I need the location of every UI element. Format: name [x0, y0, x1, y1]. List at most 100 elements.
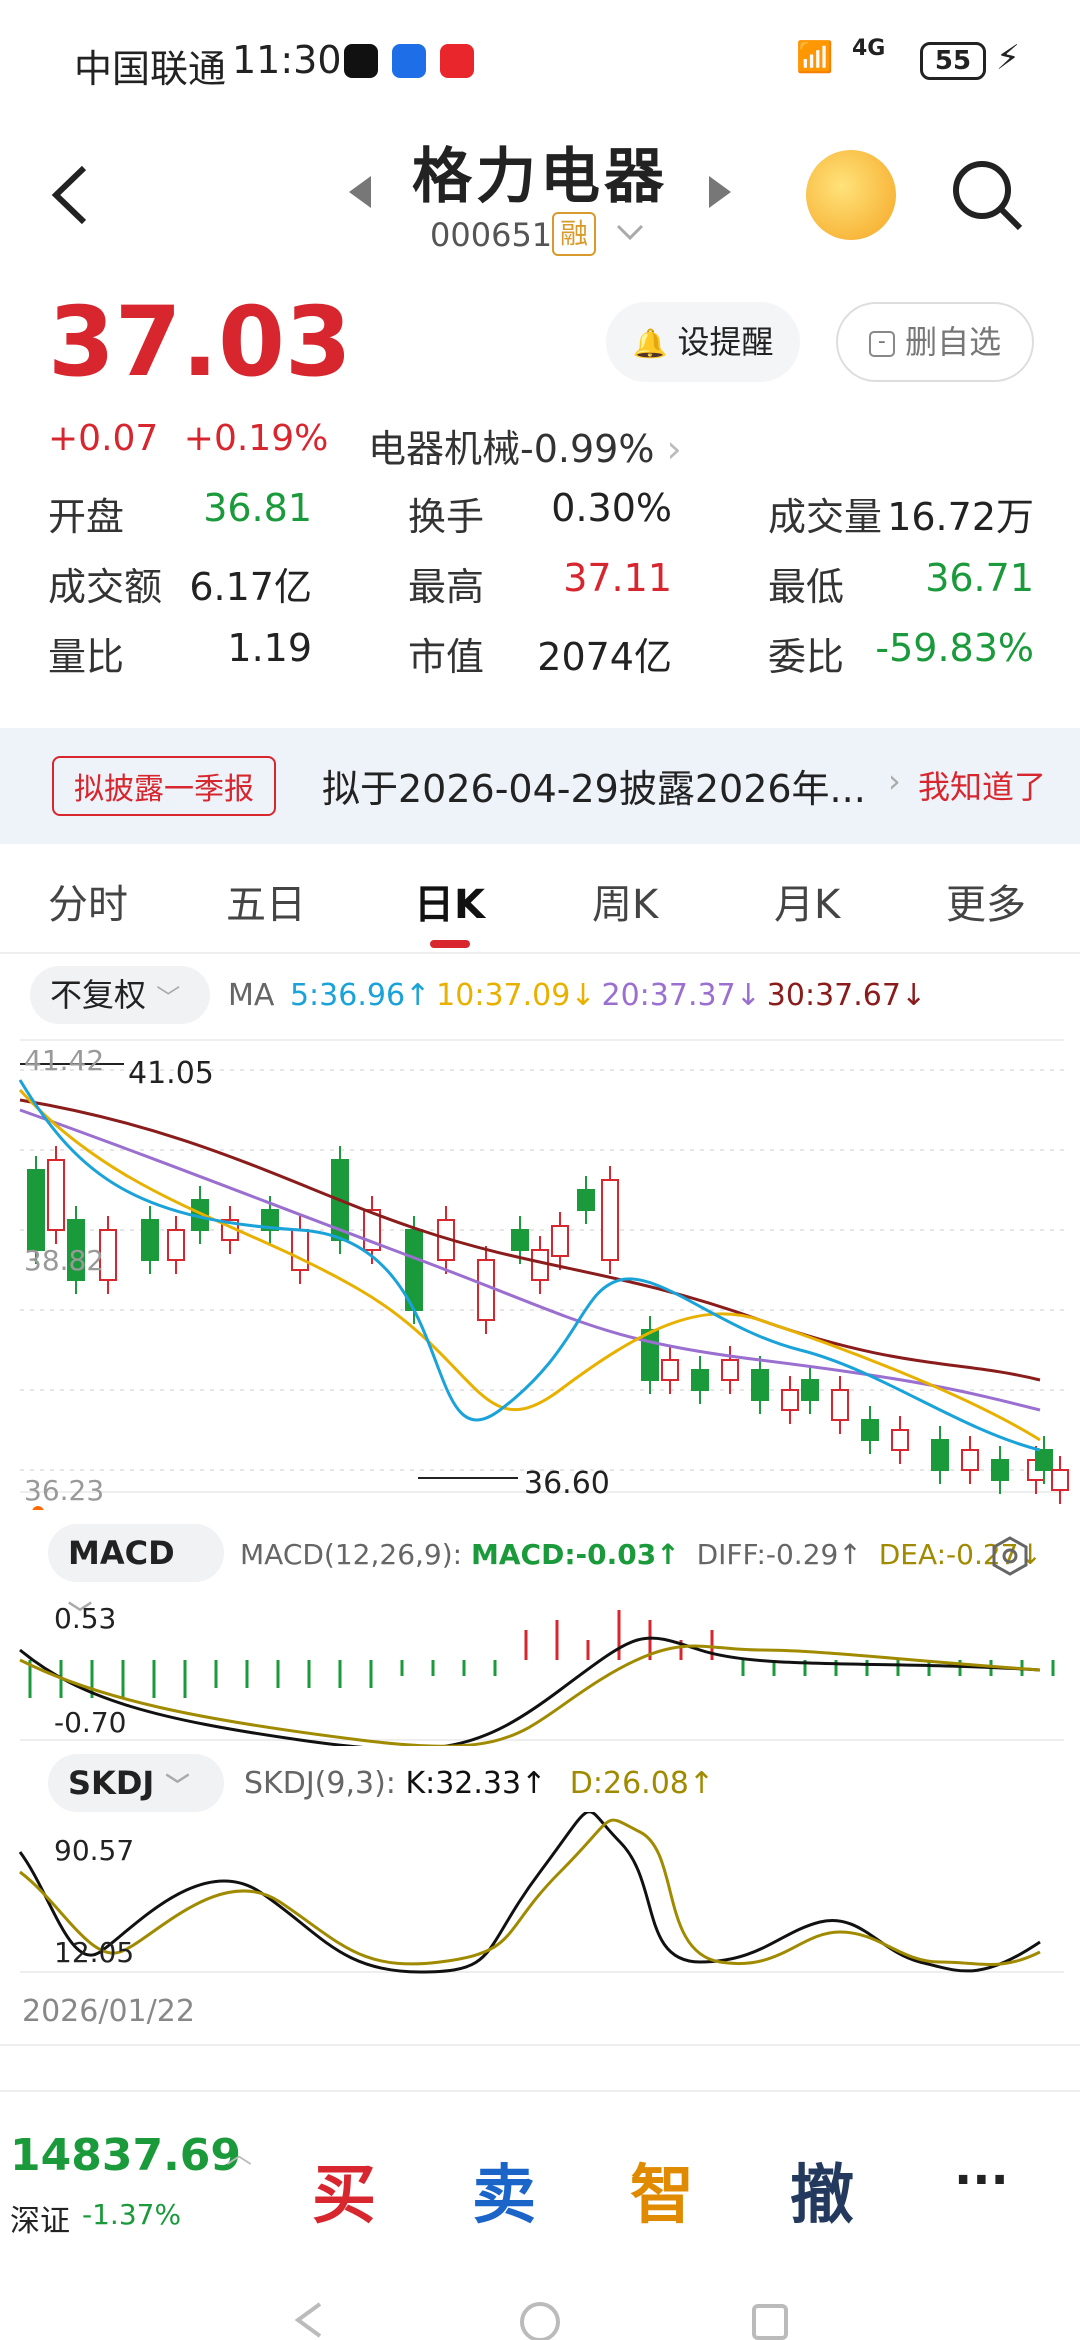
- candle-body: [991, 1459, 1009, 1481]
- ma-arrow: ↓: [570, 978, 596, 1013]
- app-icon: [392, 44, 426, 78]
- remove-watchlist-label: 删自选: [905, 323, 1002, 361]
- macd-selector[interactable]: MACD ﹀: [48, 1524, 224, 1628]
- indicator-settings-button[interactable]: [990, 1536, 1030, 1580]
- tab-3[interactable]: 周K: [592, 872, 658, 930]
- search-button[interactable]: [950, 158, 1024, 236]
- tab-4[interactable]: 月K: [774, 872, 840, 930]
- candle-body: [141, 1219, 159, 1261]
- kdj-chip-label: SKDJ: [68, 1764, 155, 1802]
- quote-value: 36.71: [925, 556, 1034, 600]
- candle-body: [861, 1419, 879, 1441]
- candle-body: [477, 1259, 495, 1321]
- candle-body: [721, 1359, 739, 1381]
- chevron-up-icon: ︿: [226, 2140, 253, 2170]
- candle-body: [781, 1389, 799, 1411]
- active-tab-indicator: [430, 940, 470, 948]
- candle-body: [27, 1169, 45, 1251]
- kdj-chart[interactable]: [0, 1812, 1080, 1982]
- nav-back-icon: [294, 2302, 322, 2338]
- macd-params: MACD(12,26,9):: [240, 1538, 463, 1571]
- candle-body: [531, 1249, 549, 1281]
- stock-dropdown[interactable]: [614, 218, 646, 250]
- tab-5[interactable]: 更多: [946, 872, 1026, 930]
- kdj-axis-top: 90.57: [54, 1834, 135, 1867]
- sector-link[interactable]: 电器机械-0.99% ›: [368, 418, 682, 473]
- quote-value: 0.30%: [551, 486, 672, 530]
- quote-label: 委比: [768, 635, 845, 679]
- index-value[interactable]: 14837.69: [10, 2130, 241, 2181]
- quote-label: 最低: [768, 565, 845, 609]
- more-button[interactable]: ···: [954, 2152, 1009, 2208]
- sell-button[interactable]: 卖: [472, 2144, 536, 2236]
- chart-start-date: 2026/01/22: [22, 1994, 195, 2029]
- quote-value: 16.72万: [887, 495, 1034, 539]
- sector-change: -0.99%: [520, 427, 655, 471]
- ma-arrow: ↑: [405, 978, 431, 1013]
- quote-label: 换手: [408, 495, 485, 539]
- quote-value: -59.83%: [875, 626, 1034, 670]
- diff-value: DIFF:-0.29↑: [696, 1538, 862, 1571]
- high-marker-label: 41.05: [128, 1056, 214, 1091]
- ma-line: [18, 1088, 1041, 1442]
- macd-axis-top: 0.53: [54, 1602, 117, 1635]
- quote-value: 6.17亿: [189, 565, 312, 609]
- current-price: 37.03: [48, 286, 352, 398]
- set-alert-button[interactable]: 🔔 设提醒: [606, 302, 800, 382]
- quote-label: 成交额: [48, 565, 163, 609]
- nav-home-button[interactable]: [518, 2300, 562, 2340]
- settings-hexagon-icon: [992, 1536, 1028, 1576]
- dea-line: [19, 1644, 1041, 1746]
- quote-label: 市值: [408, 635, 485, 679]
- chevron-down-icon: ﹀: [165, 1772, 190, 1800]
- macd-axis-bottom: -0.70: [54, 1706, 127, 1739]
- candle-body: [1035, 1449, 1053, 1471]
- nav-back-button[interactable]: [290, 2300, 330, 2340]
- notification-icon: [440, 44, 474, 78]
- smart-button[interactable]: 智: [630, 2144, 694, 2236]
- price-change-pct: +0.19%: [183, 418, 329, 459]
- clock: 11:30: [232, 38, 342, 82]
- tab-1[interactable]: 五日: [226, 872, 306, 930]
- k-value: K:32.33↑: [405, 1766, 547, 1801]
- kdj-axis-bottom: 12.05: [54, 1936, 135, 1969]
- sector-name: 电器机械: [368, 427, 521, 471]
- notice-banner[interactable]: 拟披露一季报 拟于2026-04-29披露2026年... › 我知道了: [0, 728, 1080, 844]
- macd-chart[interactable]: [0, 1590, 1080, 1746]
- quote-label: 成交量: [768, 495, 883, 539]
- ma-label: MA: [228, 978, 275, 1013]
- mascot-icon[interactable]: [806, 150, 896, 240]
- buy-button[interactable]: 买: [312, 2144, 376, 2236]
- charging-icon: ⚡: [996, 38, 1020, 78]
- bell-icon: 🔔: [632, 327, 668, 360]
- notice-badge: 拟披露一季报: [52, 756, 276, 816]
- remove-watchlist-button[interactable]: - 删自选: [836, 302, 1034, 382]
- nav-recents-button[interactable]: [748, 2300, 792, 2340]
- ma-arrow: ↓: [735, 978, 761, 1013]
- minus-box-icon: -: [868, 331, 895, 357]
- dismiss-notice-button[interactable]: 我知道了: [918, 762, 1046, 808]
- kline-chart[interactable]: [0, 1030, 1080, 1510]
- diff-line: [19, 1636, 1041, 1746]
- tab-2[interactable]: 日K: [414, 872, 485, 930]
- adjust-selector[interactable]: 不复权 ﹀: [30, 966, 210, 1024]
- low-marker-label: 36.60: [524, 1466, 610, 1501]
- candle-body: [511, 1229, 529, 1251]
- stock-name: 格力电器: [412, 142, 668, 212]
- quote-value: 2074亿: [537, 635, 672, 679]
- macd-value: MACD:-0.03↑: [471, 1538, 680, 1571]
- candle-body: [891, 1429, 909, 1451]
- ma-legend: MA 5:36.96↑ 10:37.09↓ 20:37.37↓ 30:37.67↓: [228, 978, 926, 1013]
- candle-body: [691, 1369, 709, 1391]
- trade-bar: 14837.69 ︿ 深证 -1.37% 买 卖 智 撤 ···: [0, 2090, 1080, 2250]
- candle-body: [931, 1439, 949, 1471]
- stock-code: 000651: [430, 216, 553, 254]
- cancel-order-button[interactable]: 撤: [790, 2144, 854, 2236]
- battery-icon: 55: [920, 42, 986, 80]
- tab-0[interactable]: 分时: [48, 872, 128, 930]
- ma-value: 10:37.09: [436, 978, 571, 1013]
- nav-home-icon: [520, 2302, 560, 2340]
- kdj-selector[interactable]: SKDJ ﹀: [48, 1754, 224, 1812]
- macd-legend: MACD(12,26,9): MACD:-0.03↑ DIFF:-0.29↑ D…: [240, 1538, 1042, 1571]
- network-type: 4G: [852, 36, 886, 61]
